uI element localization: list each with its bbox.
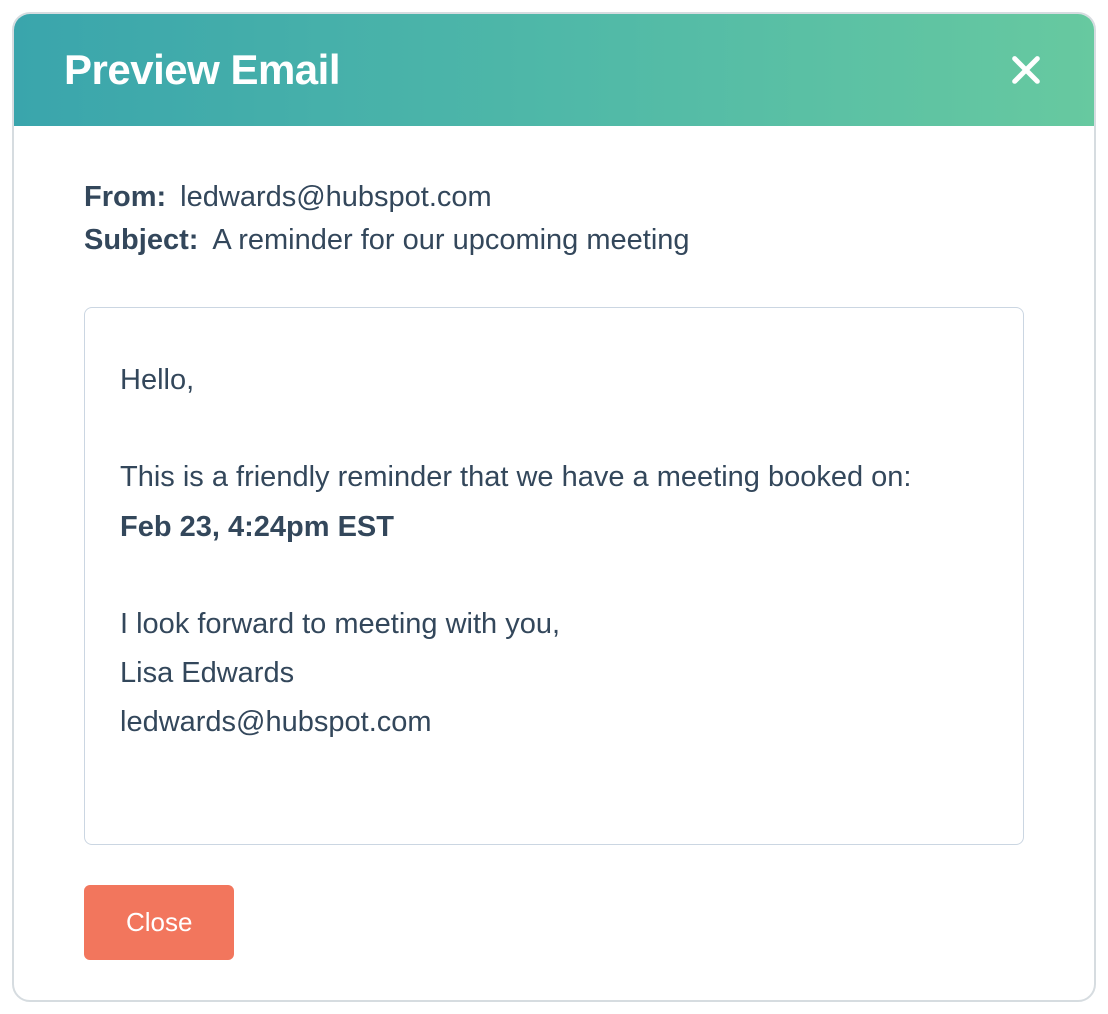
from-label: From: [84,181,166,214]
subject-row: Subject: A reminder for our upcoming mee… [84,224,1024,257]
email-greeting: Hello, [120,356,988,405]
subject-label: Subject: [84,224,198,257]
from-row: From: ledwards@hubspot.com [84,181,1024,214]
email-body-box: Hello, This is a friendly reminder that … [84,307,1024,845]
subject-value: A reminder for our upcoming meeting [212,224,689,257]
email-intro: This is a friendly reminder that we have… [120,453,988,502]
modal-body: From: ledwards@hubspot.com Subject: A re… [14,126,1094,885]
email-signoff: I look forward to meeting with you, [120,600,988,649]
email-signature-name: Lisa Edwards [120,649,988,698]
close-icon[interactable] [1008,52,1044,88]
email-datetime: Feb 23, 4:24pm EST [120,503,988,552]
email-signature-email: ledwards@hubspot.com [120,698,988,747]
close-button[interactable]: Close [84,885,234,960]
modal-footer: Close [14,885,1094,1000]
modal-header: Preview Email [14,14,1094,126]
modal-title: Preview Email [64,46,340,94]
from-value: ledwards@hubspot.com [180,181,492,214]
preview-email-modal: Preview Email From: ledwards@hubspot.com… [12,12,1096,1002]
